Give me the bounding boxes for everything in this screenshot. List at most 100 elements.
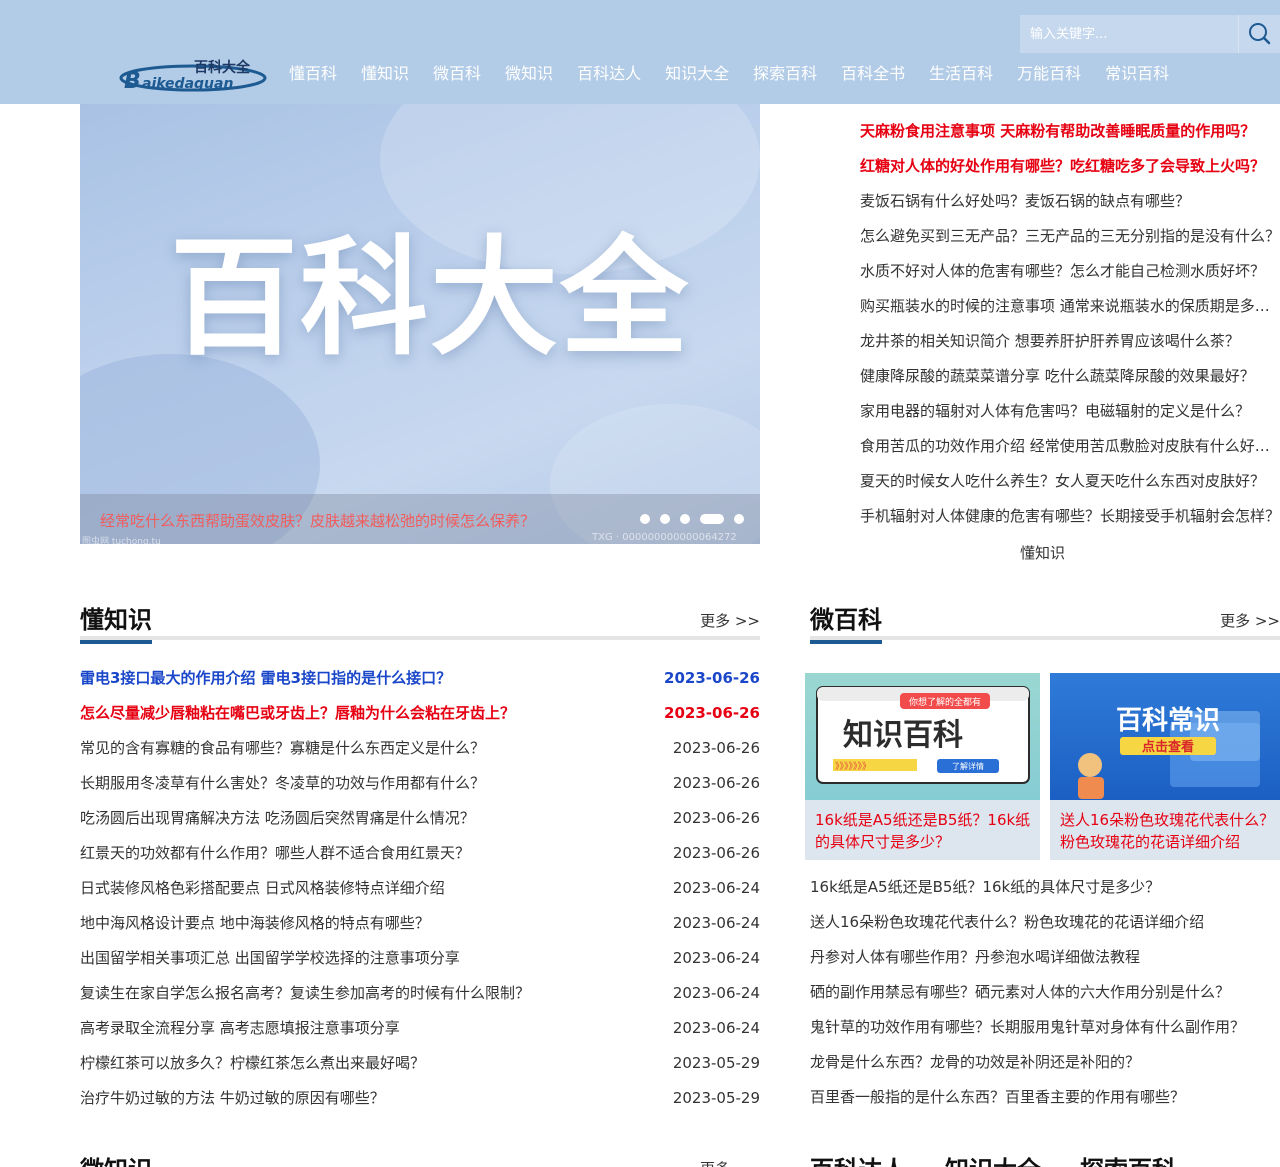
headline-item[interactable]: 食用苦瓜的功效作用介绍 经常使用苦瓜敷脸对皮肤有什么好处？ bbox=[860, 429, 1280, 464]
card-caption[interactable]: 16k纸是A5纸还是B5纸？16k纸的具体尺寸是多少？ bbox=[815, 809, 1033, 853]
article-list-wbk: 16k纸是A5纸还是B5纸？16k纸的具体尺寸是多少？ 送人16朵粉色玫瑰花代表什… bbox=[810, 870, 1280, 1115]
card-image-tag: 你想了解的全都有 bbox=[909, 696, 981, 708]
section-tab-bkdr[interactable]: 百科达人 bbox=[810, 1150, 906, 1167]
nav-item[interactable]: 百科达人 bbox=[577, 60, 641, 88]
headline-item[interactable]: 夏天的时候女人吃什么养生？女人夏天吃什么东西对皮肤好？ bbox=[860, 464, 1280, 499]
carousel-dot[interactable] bbox=[734, 514, 744, 524]
headline-list: 天麻粉食用注意事项 天麻粉有帮助改善睡眠质量的作用吗？ 红糖对人体的好处作用有哪些… bbox=[860, 114, 1280, 534]
card-image-title: 知识百科 bbox=[843, 718, 963, 753]
nav-item[interactable]: 万能百科 bbox=[1017, 60, 1081, 88]
site-logo[interactable]: 百科大全 B aikedaquan bbox=[118, 52, 268, 96]
nav-item[interactable]: 百科全书 bbox=[841, 60, 905, 88]
list-item[interactable]: 送人16朵粉色玫瑰花代表什么？粉色玫瑰花的花语详细介绍 bbox=[810, 905, 1280, 940]
list-item-title[interactable]: 雷电3接口最大的作用介绍 雷电3接口指的是什么接口？ bbox=[80, 661, 660, 696]
section-head-wbk: 微百科 更多 >> bbox=[810, 604, 1280, 644]
list-item[interactable]: 吃汤圆后出现胃痛解决方法 吃汤圆后突然胃痛是什么情况？ 2023-06-26 bbox=[80, 801, 760, 836]
svg-text:aikedaquan: aikedaquan bbox=[142, 76, 233, 92]
list-item-title[interactable]: 常见的含有寡糖的食品有哪些？寡糖是什么东西定义是什么？ bbox=[80, 731, 660, 766]
carousel-dot[interactable] bbox=[640, 514, 650, 524]
list-item-title[interactable]: 出国留学相关事项汇总 出国留学学校选择的注意事项分享 bbox=[80, 941, 660, 976]
list-item[interactable]: 地中海风格设计要点 地中海装修风格的特点有哪些？ 2023-06-24 bbox=[80, 906, 760, 941]
nav-item[interactable]: 知识大全 bbox=[665, 60, 729, 88]
carousel-dot[interactable] bbox=[680, 514, 690, 524]
feature-card[interactable]: 百科常识 点击查看 送人16朵粉色玫瑰花代表什么？粉色玫瑰花的花语详细介绍 bbox=[1050, 673, 1280, 860]
section-title-wzs: 微知识 bbox=[80, 1150, 152, 1167]
list-item-title[interactable]: 长期服用冬凌草有什么害处？冬凌草的功效与作用都有什么？ bbox=[80, 766, 660, 801]
list-item-date: 2023-06-26 bbox=[664, 669, 760, 687]
list-item-title[interactable]: 怎么尽量减少唇釉粘在嘴巴或牙齿上？唇釉为什么会粘在牙齿上？ bbox=[80, 696, 660, 731]
list-item[interactable]: 雷电3接口最大的作用介绍 雷电3接口指的是什么接口？ 2023-06-26 bbox=[80, 661, 760, 696]
section-head-dzs: 懂知识 更多 >> bbox=[80, 604, 760, 644]
more-link[interactable]: 更多 >> bbox=[700, 610, 760, 631]
nav-item[interactable]: 常识百科 bbox=[1105, 60, 1169, 88]
nav-item[interactable]: 生活百科 bbox=[929, 60, 993, 88]
list-item[interactable]: 治疗牛奶过敏的方法 牛奶过敏的原因有哪些？ 2023-05-29 bbox=[80, 1081, 760, 1116]
banner-watermark: 图虫网 tuchong.tu bbox=[82, 537, 161, 544]
list-item[interactable]: 龙骨是什么东西？龙骨的功效是补阴还是补阳的？ bbox=[810, 1045, 1280, 1080]
list-item-date: 2023-06-24 bbox=[672, 1019, 760, 1037]
nav-item[interactable]: 懂百科 bbox=[289, 60, 337, 88]
nav-item[interactable]: 微百科 bbox=[433, 60, 481, 88]
svg-text:B: B bbox=[124, 69, 141, 92]
headline-item[interactable]: 购买瓶装水的时候的注意事项 通常来说瓶装水的保质期是多久？ bbox=[860, 289, 1280, 324]
banner-caption-bar: 经常吃什么东西帮助蛋效皮肤？皮肤越来越松弛的时候怎么保养？ 图虫网 tuchon… bbox=[80, 494, 760, 544]
list-item[interactable]: 常见的含有寡糖的食品有哪些？寡糖是什么东西定义是什么？ 2023-06-26 bbox=[80, 731, 760, 766]
list-item-date: 2023-06-26 bbox=[672, 844, 760, 862]
list-item-title[interactable]: 红景天的功效都有什么作用？哪些人群不适合食用红景天？ bbox=[80, 836, 660, 871]
nav-item[interactable]: 探索百科 bbox=[753, 60, 817, 88]
list-item-date: 2023-06-24 bbox=[672, 879, 760, 897]
list-item[interactable]: 日式装修风格色彩搭配要点 日式风格装修特点详细介绍 2023-06-24 bbox=[80, 871, 760, 906]
headline-item[interactable]: 麦饭石锅有什么好处吗？麦饭石锅的缺点有哪些？ bbox=[860, 184, 1280, 219]
headline-item[interactable]: 红糖对人体的好处作用有哪些？吃红糖吃多了会导致上火吗？ bbox=[860, 149, 1280, 184]
headline-item[interactable]: 健康降尿酸的蔬菜菜谱分享 吃什么蔬菜降尿酸的效果最好？ bbox=[860, 359, 1280, 394]
list-item[interactable]: 16k纸是A5纸还是B5纸？16k纸的具体尺寸是多少？ bbox=[810, 870, 1280, 905]
headline-item[interactable]: 龙井茶的相关知识简介 想要养肝护肝养胃应该喝什么茶？ bbox=[860, 324, 1280, 359]
headline-list-footer[interactable]: 懂知识 bbox=[1020, 542, 1065, 563]
list-item[interactable]: 红景天的功效都有什么作用？哪些人群不适合食用红景天？ 2023-06-26 bbox=[80, 836, 760, 871]
headline-item[interactable]: 天麻粉食用注意事项 天麻粉有帮助改善睡眠质量的作用吗？ bbox=[860, 114, 1280, 149]
list-item[interactable]: 柠檬红茶可以放多久？柠檬红茶怎么煮出来最好喝？ 2023-05-29 bbox=[80, 1046, 760, 1081]
list-item-date: 2023-06-26 bbox=[664, 704, 760, 722]
carousel-dot[interactable] bbox=[660, 514, 670, 524]
headline-item[interactable]: 家用电器的辐射对人体有危害吗？电磁辐射的定义是什么？ bbox=[860, 394, 1280, 429]
list-item-title[interactable]: 柠檬红茶可以放多久？柠檬红茶怎么煮出来最好喝？ bbox=[80, 1046, 660, 1081]
list-item[interactable]: 百里香一般指的是什么东西？百里香主要的作用有哪些？ bbox=[810, 1080, 1280, 1115]
main-nav: 懂百科 懂知识 微百科 微知识 百科达人 知识大全 探索百科 百科全书 生活百科 万能百科 常识百科 bbox=[277, 60, 1181, 88]
list-item-title[interactable]: 地中海风格设计要点 地中海装修风格的特点有哪些？ bbox=[80, 906, 660, 941]
list-item[interactable]: 丹参对人体有哪些作用？丹参泡水喝详细做法教程 bbox=[810, 940, 1280, 975]
list-item[interactable]: 复读生在家自学怎么报名高考？复读生参加高考的时候有什么限制？ 2023-06-24 bbox=[80, 976, 760, 1011]
list-item[interactable]: 出国留学相关事项汇总 出国留学学校选择的注意事项分享 2023-06-24 bbox=[80, 941, 760, 976]
nav-item[interactable]: 懂知识 bbox=[361, 60, 409, 88]
list-item-title[interactable]: 治疗牛奶过敏的方法 牛奶过敏的原因有哪些？ bbox=[80, 1081, 660, 1116]
logo-cn-text: 百科大全 bbox=[194, 59, 251, 76]
search-button[interactable] bbox=[1238, 15, 1280, 53]
nav-item[interactable]: 微知识 bbox=[505, 60, 553, 88]
more-link[interactable]: 更多 >> bbox=[1220, 610, 1280, 631]
carousel-dot[interactable] bbox=[700, 514, 724, 524]
list-item-title[interactable]: 吃汤圆后出现胃痛解决方法 吃汤圆后突然胃痛是什么情况？ bbox=[80, 801, 660, 836]
list-item[interactable]: 硒的副作用禁忌有哪些？硒元素对人体的六大作用分别是什么？ bbox=[810, 975, 1280, 1010]
list-item[interactable]: 高考录取全流程分享 高考志愿填报注意事项分享 2023-06-24 bbox=[80, 1011, 760, 1046]
banner-carousel[interactable]: 百科大全 经常吃什么东西帮助蛋效皮肤？皮肤越来越松弛的时候怎么保养？ 图虫网 t… bbox=[80, 104, 760, 544]
list-item[interactable]: 鬼针草的功效作用有哪些？长期服用鬼针草对身体有什么副作用？ bbox=[810, 1010, 1280, 1045]
search-input[interactable] bbox=[1020, 15, 1238, 53]
section-tab-zsdq[interactable]: 知识大全 bbox=[945, 1150, 1041, 1167]
list-item-title[interactable]: 高考录取全流程分享 高考志愿填报注意事项分享 bbox=[80, 1011, 660, 1046]
list-item-title[interactable]: 日式装修风格色彩搭配要点 日式风格装修特点详细介绍 bbox=[80, 871, 660, 906]
list-item-date: 2023-06-26 bbox=[672, 739, 760, 757]
list-item[interactable]: 长期服用冬凌草有什么害处？冬凌草的功效与作用都有什么？ 2023-06-26 bbox=[80, 766, 760, 801]
banner-caption[interactable]: 经常吃什么东西帮助蛋效皮肤？皮肤越来越松弛的时候怎么保养？ bbox=[100, 510, 535, 531]
list-item-title[interactable]: 复读生在家自学怎么报名高考？复读生参加高考的时候有什么限制？ bbox=[80, 976, 660, 1011]
headline-item[interactable]: 怎么避免买到三无产品？三无产品的三无分别指的是没有什么？ bbox=[860, 219, 1280, 254]
list-item[interactable]: 怎么尽量减少唇釉粘在嘴巴或牙齿上？唇釉为什么会粘在牙齿上？ 2023-06-26 bbox=[80, 696, 760, 731]
section-title: 懂知识 bbox=[80, 604, 152, 644]
list-item-date: 2023-05-29 bbox=[672, 1054, 760, 1072]
card-caption[interactable]: 送人16朵粉色玫瑰花代表什么？粉色玫瑰花的花语详细介绍 bbox=[1060, 809, 1278, 853]
headline-item[interactable]: 手机辐射对人体健康的危害有哪些？长期接受手机辐射会怎样？ bbox=[860, 499, 1280, 534]
carousel-dots bbox=[640, 514, 754, 524]
section-tab-tsbk[interactable]: 探索百科 bbox=[1080, 1150, 1176, 1167]
headline-item[interactable]: 水质不好对人体的危害有哪些？怎么才能自己检测水质好坏？ bbox=[860, 254, 1280, 289]
card-illustration: 你想了解的全都有 知识百科 》》》》》》》 了解详情 bbox=[816, 686, 1030, 784]
feature-card[interactable]: 你想了解的全都有 知识百科 》》》》》》》 了解详情 16k纸是A5纸还是B5纸… bbox=[805, 673, 1040, 860]
more-link[interactable]: 更多 bbox=[700, 1158, 730, 1167]
